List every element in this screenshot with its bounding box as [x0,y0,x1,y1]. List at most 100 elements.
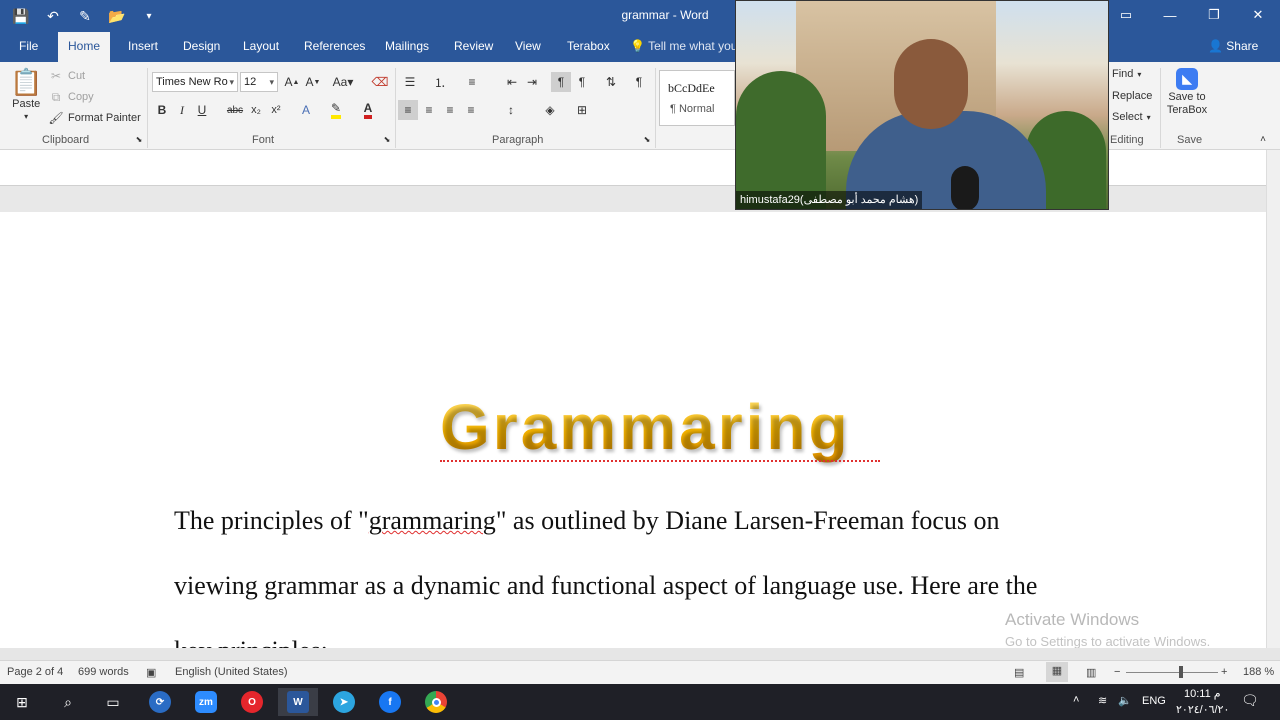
close-icon[interactable]: ✕ [1236,0,1280,30]
copy-button[interactable]: ⧉ Copy [48,89,94,105]
shrink-font-icon[interactable]: A ▼ [303,72,323,92]
show-marks-icon[interactable]: ¶ [629,72,649,92]
dialog-launcher-icon[interactable]: ⬊ [132,132,146,146]
open-icon[interactable]: 📂 [106,5,128,27]
tab-layout[interactable]: Layout [233,32,289,62]
document-heading[interactable]: Grammaring [440,390,851,464]
tab-references[interactable]: References [294,32,375,62]
decrease-indent-icon[interactable]: ⇤ [502,72,522,92]
increase-indent-icon[interactable]: ⇥ [522,72,542,92]
paragraph-dialog-launcher-icon[interactable]: ⬊ [640,132,654,146]
opera-icon[interactable]: O [232,688,272,716]
paragraph-line-2[interactable]: viewing grammar as a dynamic and functio… [174,571,1037,601]
format-painter-button[interactable]: 🖌 Format Painter [48,110,140,126]
tab-file[interactable]: File [9,32,48,62]
ltr-icon[interactable]: ¶ [551,72,571,92]
subscript-button[interactable]: x₂ [246,100,266,120]
maximize-icon[interactable]: ❐ [1192,0,1236,30]
zoom-level[interactable]: 188 % [1243,666,1274,678]
paste-button[interactable]: 📋 Paste ▾ [10,68,42,121]
volume-icon[interactable]: 🔈 [1118,694,1132,707]
italic-button[interactable]: I [172,100,192,120]
misspelled-word[interactable]: grammaring [369,506,496,535]
grow-font-icon[interactable]: A ▲ [282,72,302,92]
zoom-slider-track[interactable] [1126,672,1218,673]
zoom-in-icon[interactable]: + [1221,666,1227,678]
edit-icon[interactable]: ✎ [74,5,96,27]
page-count[interactable]: Page 2 of 4 [7,666,63,678]
font-color-icon[interactable]: A [358,100,378,120]
font-name-select[interactable]: Times New Ro [152,72,238,92]
change-case-icon[interactable]: Aa▾ [330,72,356,92]
word-count[interactable]: 699 words [78,666,129,678]
undo-icon[interactable]: ↶ [42,5,64,27]
tab-review[interactable]: Review [444,32,503,62]
minimize-icon[interactable]: — [1148,0,1192,30]
tab-view[interactable]: View [505,32,551,62]
read-mode-icon[interactable]: ▤ [1014,666,1024,679]
clock-date[interactable]: ٢٠٢٤/٠٦/٢٠ [1176,703,1229,716]
sort-icon[interactable]: ⇅ [601,72,621,92]
highlight-icon[interactable]: ✎ [326,100,346,120]
borders-icon[interactable]: ⊞ [572,100,592,120]
font-dialog-launcher-icon[interactable]: ⬊ [380,132,394,146]
telegram-icon[interactable]: ➤ [324,688,364,716]
zoom-slider-thumb[interactable] [1179,666,1183,678]
customize-icon[interactable]: ▾ [138,5,160,27]
strikethrough-button[interactable]: abc [225,100,245,120]
shading-icon[interactable]: ◈ [540,100,560,120]
justify-icon[interactable]: ≡ [461,100,481,120]
cut-button[interactable]: ✂ Cut [48,68,85,84]
align-left-icon[interactable]: ≡ [398,100,418,120]
chrome-icon[interactable] [416,688,456,716]
word-app-icon[interactable]: W [278,688,318,716]
tab-terabox[interactable]: Terabox [557,32,620,62]
replace-button[interactable]: Replace [1112,90,1152,102]
share-button[interactable]: 👤 Share [1208,32,1258,61]
tab-home[interactable]: Home [58,32,111,62]
facebook-icon[interactable]: f [370,688,410,716]
clear-formatting-icon[interactable]: ⌫ [370,72,390,92]
tab-mailings[interactable]: Mailings [375,32,439,62]
task-view-icon[interactable]: ▭ [93,688,133,716]
paragraph-line-3[interactable]: key principles: [174,636,328,648]
document-page[interactable]: Grammaring The principles of "grammaring… [0,212,1266,648]
clock-time[interactable]: 10:11 م [1184,687,1221,700]
text-effects-icon[interactable]: A [296,100,316,120]
bullets-icon[interactable]: ☰ [400,72,420,92]
notifications-icon[interactable]: 🗨 [1241,692,1259,709]
multilevel-list-icon[interactable]: ≡ [462,72,482,92]
vertical-scrollbar[interactable] [1266,150,1280,648]
line-spacing-icon[interactable]: ↕ [501,100,521,120]
rtl-icon[interactable]: ¶ [572,72,592,92]
print-layout-icon[interactable]: ▦ [1046,662,1068,682]
web-layout-icon[interactable]: ▥ [1086,666,1096,679]
find-button[interactable]: Find ▾ [1112,68,1141,80]
start-windows-icon[interactable]: ⊞ [2,688,42,716]
tab-insert[interactable]: Insert [118,32,168,62]
ribbon-display-icon[interactable]: ▭ [1104,0,1148,30]
save-icon[interactable]: 💾 [10,5,32,27]
save-to-terabox-button[interactable]: ◣ Save to TeraBox [1166,68,1208,116]
search-icon[interactable]: ⌕ [48,688,88,716]
tray-overflow-icon[interactable]: ˄ [1073,694,1079,706]
tab-design[interactable]: Design [173,32,230,62]
styles-gallery[interactable]: bCcDdEe ¶ Normal [659,70,735,126]
style-normal[interactable]: ¶ Normal [670,103,714,115]
input-language[interactable]: ENG [1142,695,1166,707]
wifi-icon[interactable]: ≋ [1098,694,1107,707]
select-button[interactable]: Select ▾ [1112,111,1151,123]
tell-me-box[interactable]: 💡 Tell me what you [630,32,737,61]
align-right-icon[interactable]: ≡ [440,100,460,120]
app-icon[interactable]: ⟳ [140,688,180,716]
paragraph-line-1[interactable]: The principles of "grammaring" as outlin… [174,506,1000,536]
zoom-app-icon[interactable]: zm [186,688,226,716]
bold-button[interactable]: B [152,100,172,120]
font-size-select[interactable]: 12 [240,72,278,92]
numbering-icon[interactable]: ⒈ [430,72,450,92]
align-center-icon[interactable]: ≡ [419,100,439,120]
proofing-icon[interactable]: ▣ [146,666,156,679]
underline-button[interactable]: U [192,100,212,120]
language-indicator[interactable]: English (United States) [175,666,288,678]
collapse-ribbon-icon[interactable]: ˄ [1256,132,1270,146]
